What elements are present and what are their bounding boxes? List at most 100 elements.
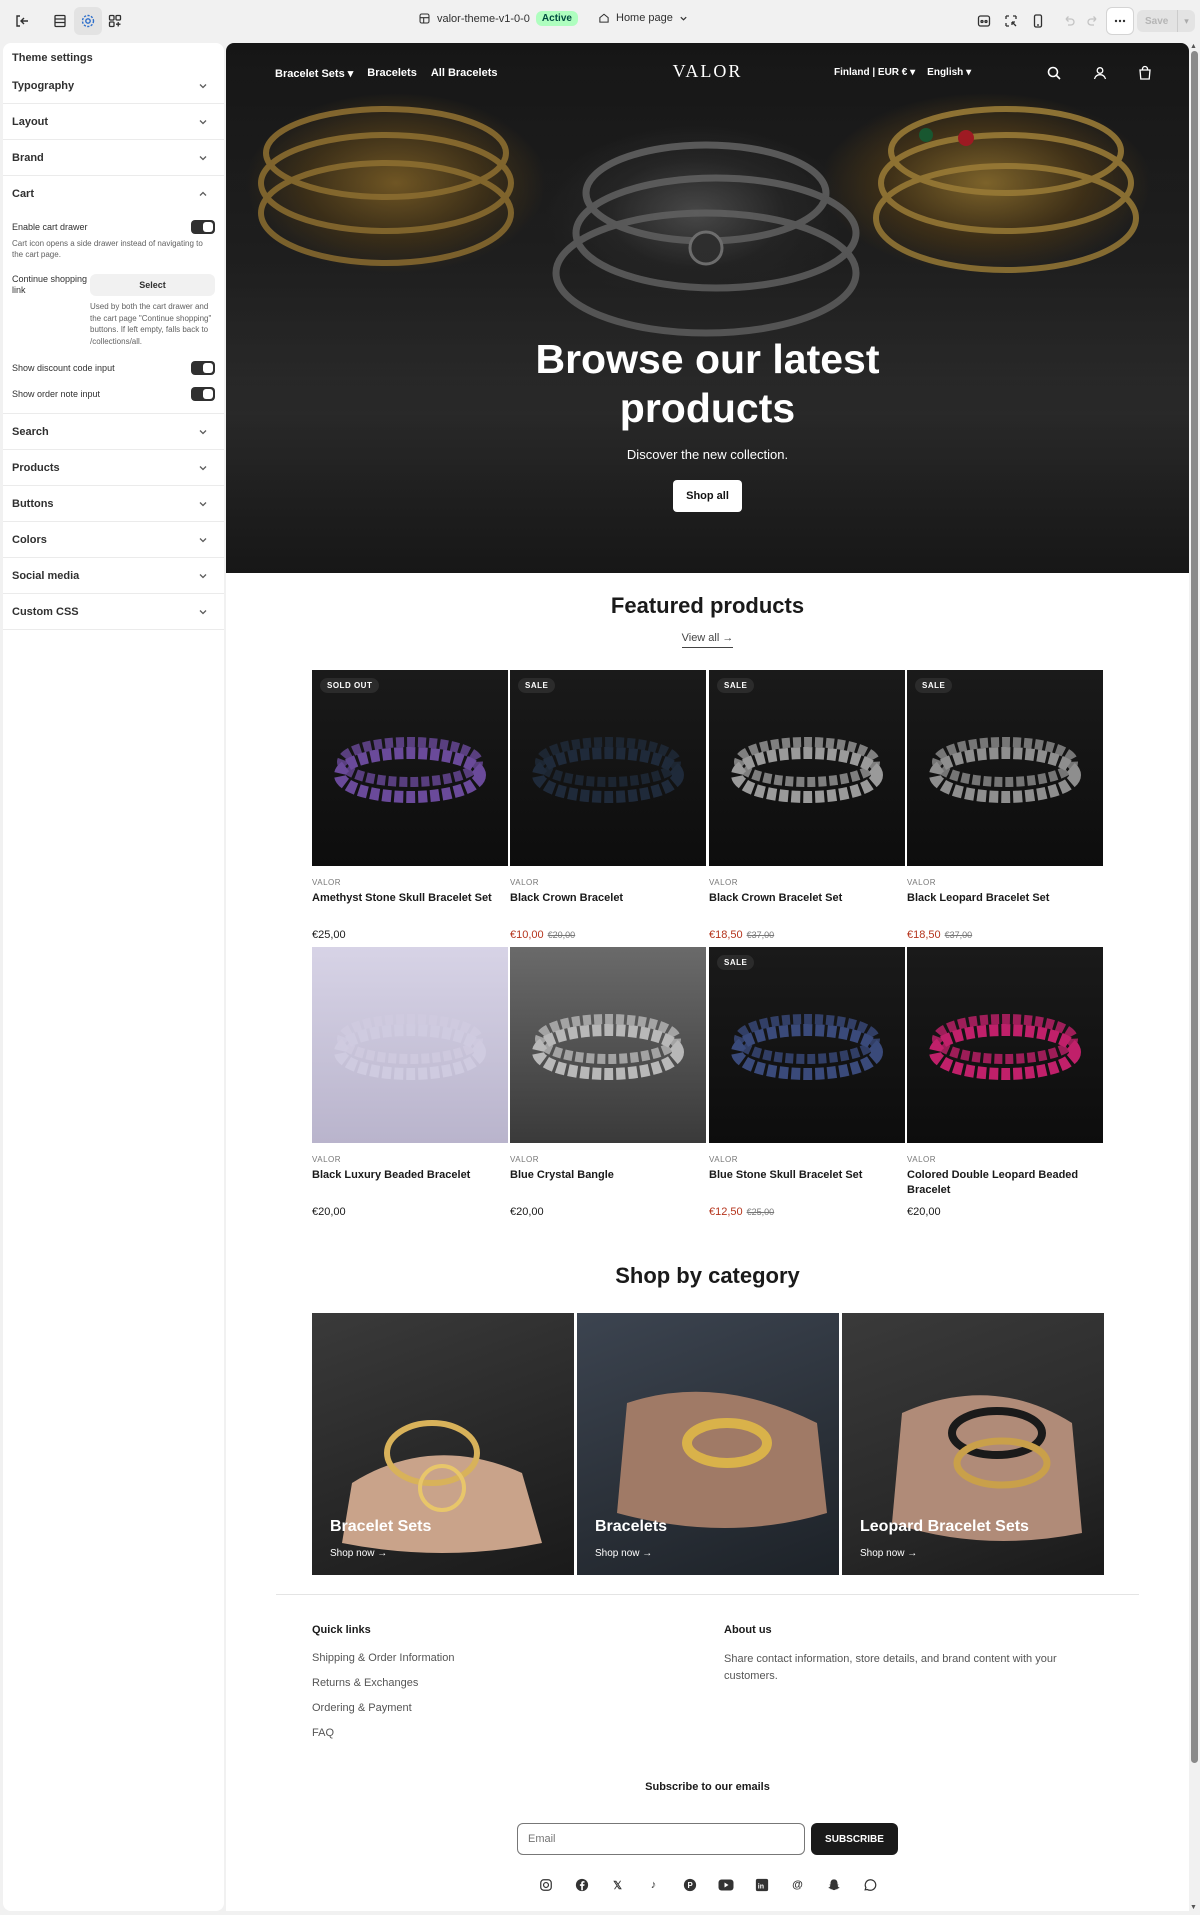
save-button[interactable]: Save ▾ — [1137, 10, 1195, 32]
section-cart[interactable]: Cart — [3, 176, 224, 212]
theme-settings-sidebar: Theme settings Typography Layout Brand C… — [3, 43, 224, 1911]
inspector-icon[interactable] — [970, 7, 998, 35]
product-name[interactable]: Black Crown Bracelet Set — [709, 891, 905, 921]
product-image[interactable] — [907, 947, 1103, 1143]
scroll-up-arrow-icon[interactable]: ▲ — [1190, 43, 1197, 50]
scroll-down-arrow-icon[interactable]: ▼ — [1190, 1904, 1197, 1911]
page-selector[interactable]: Home page — [598, 12, 688, 24]
section-products[interactable]: Products — [3, 450, 224, 486]
instagram-icon[interactable] — [538, 1877, 554, 1893]
product-image[interactable] — [510, 947, 706, 1143]
product-price: €18,50 €37,00 — [709, 929, 905, 941]
footer-link[interactable]: Shipping & Order Information — [312, 1652, 454, 1664]
facebook-icon[interactable] — [574, 1877, 590, 1893]
svg-text:in: in — [757, 1884, 763, 1891]
section-label: Brand — [12, 151, 44, 164]
select-element-icon[interactable] — [997, 7, 1025, 35]
product-name[interactable]: Amethyst Stone Skull Bracelet Set — [312, 891, 508, 921]
linkedin-icon[interactable]: in — [754, 1877, 770, 1893]
subscribe-title: Subscribe to our emails — [645, 1781, 770, 1793]
section-label: Buttons — [12, 497, 54, 510]
product-badge: SALE — [717, 955, 755, 970]
scrollbar-thumb[interactable] — [1191, 51, 1198, 1763]
section-search[interactable]: Search — [3, 414, 224, 450]
product-image[interactable]: SALE — [709, 947, 905, 1143]
threads-icon[interactable]: @ — [790, 1877, 806, 1893]
pinterest-icon[interactable]: P — [682, 1877, 698, 1893]
apps-icon[interactable] — [101, 7, 129, 35]
product-card[interactable]: SALE VALOR Black Crown Bracelet Set €18,50 €… — [709, 670, 905, 941]
footer-link[interactable]: Returns & Exchanges — [312, 1677, 418, 1689]
product-card[interactable]: SALE VALOR Black Crown Bracelet €10,00 €20,0… — [510, 670, 706, 941]
mobile-preview-icon[interactable] — [1024, 7, 1052, 35]
theme-name-group[interactable]: valor-theme-v1-0-0 Active — [418, 11, 578, 26]
product-card[interactable]: VALOR Blue Crystal Bangle €20,00 — [510, 947, 706, 1218]
section-typography[interactable]: Typography — [3, 68, 224, 104]
product-image[interactable] — [312, 947, 508, 1143]
snapchat-icon[interactable] — [826, 1877, 842, 1893]
product-image[interactable]: SALE — [510, 670, 706, 866]
show-order-note-toggle[interactable] — [191, 387, 215, 401]
product-photo — [334, 737, 486, 803]
product-name[interactable]: Black Luxury Beaded Bracelet — [312, 1168, 508, 1198]
product-name[interactable]: Black Leopard Bracelet Set — [907, 891, 1103, 921]
product-photo — [929, 737, 1081, 803]
product-photo — [731, 1014, 883, 1080]
redo-icon[interactable] — [1079, 7, 1107, 35]
category-shop-now[interactable]: Shop now → — [330, 1548, 387, 1559]
search-icon[interactable] — [1046, 65, 1062, 81]
chevron-down-icon — [199, 573, 207, 578]
product-card[interactable]: SALE VALOR Black Leopard Bracelet Set €18,5… — [907, 670, 1103, 941]
sections-icon[interactable] — [46, 7, 74, 35]
chevron-down-icon — [680, 16, 687, 21]
footer-link[interactable]: Ordering & Payment — [312, 1702, 412, 1714]
language-selector[interactable]: English ▾ — [927, 67, 971, 78]
section-brand[interactable]: Brand — [3, 140, 224, 176]
category-card-bracelet-sets[interactable]: Bracelet Sets Shop now → — [312, 1313, 574, 1575]
section-colors[interactable]: Colors — [3, 522, 224, 558]
enable-cart-drawer-toggle[interactable] — [191, 220, 215, 234]
preview-scrollbar[interactable]: ▲ ▼ — [1189, 43, 1200, 1911]
section-layout[interactable]: Layout — [3, 104, 224, 140]
product-image[interactable]: SOLD OUT — [312, 670, 508, 866]
category-shop-now[interactable]: Shop now → — [860, 1548, 917, 1559]
youtube-icon[interactable] — [718, 1877, 734, 1893]
product-name[interactable]: Colored Double Leopard Beaded Bracelet — [907, 1168, 1103, 1198]
show-discount-toggle[interactable] — [191, 361, 215, 375]
product-price: €10,00 €20,00 — [510, 929, 706, 941]
product-name[interactable]: Black Crown Bracelet — [510, 891, 706, 921]
country-selector[interactable]: Finland | EUR € ▾ — [834, 67, 915, 78]
x-icon[interactable]: 𝕏 — [610, 1877, 626, 1893]
product-name[interactable]: Blue Stone Skull Bracelet Set — [709, 1168, 905, 1198]
tiktok-icon[interactable]: ♪ — [646, 1877, 662, 1893]
hero-subtitle: Discover the new collection. — [626, 447, 789, 462]
product-name[interactable]: Blue Crystal Bangle — [510, 1168, 706, 1198]
product-card[interactable]: SOLD OUT VALOR Amethyst Stone Skull Bracel… — [312, 670, 508, 941]
whatsapp-icon[interactable] — [862, 1877, 878, 1893]
theme-status-badge: Active — [535, 11, 578, 26]
product-card[interactable]: VALOR Colored Double Leopard Beaded Brace… — [907, 947, 1103, 1218]
product-card[interactable]: SALE VALOR Blue Stone Skull Bracelet Set €1… — [709, 947, 905, 1218]
subscribe-button[interactable]: SUBSCRIBE — [811, 1823, 898, 1855]
theme-settings-icon[interactable] — [74, 7, 102, 35]
category-card-bracelets[interactable]: Bracelets Shop now → — [577, 1313, 839, 1575]
store-logo[interactable]: VALOR — [226, 61, 1189, 82]
cart-icon[interactable] — [1137, 65, 1153, 81]
section-social-media[interactable]: Social media — [3, 558, 224, 594]
chevron-down-icon[interactable]: ▾ — [1177, 10, 1195, 32]
account-icon[interactable] — [1092, 65, 1108, 81]
section-custom-css[interactable]: Custom CSS — [3, 594, 224, 630]
section-buttons[interactable]: Buttons — [3, 486, 224, 522]
more-actions-icon[interactable] — [1106, 7, 1134, 35]
product-image[interactable]: SALE — [907, 670, 1103, 866]
email-input[interactable] — [517, 1823, 805, 1855]
product-image[interactable]: SALE — [709, 670, 905, 866]
exit-icon[interactable] — [8, 7, 36, 35]
shop-all-button[interactable]: Shop all — [673, 480, 742, 512]
footer-link[interactable]: FAQ — [312, 1727, 334, 1739]
select-link-button[interactable]: Select — [90, 274, 215, 296]
category-shop-now[interactable]: Shop now → — [595, 1548, 652, 1559]
category-card-leopard-bracelet-sets[interactable]: Leopard Bracelet Sets Shop now → — [842, 1313, 1104, 1575]
view-all-label[interactable]: View all → — [681, 632, 734, 648]
product-card[interactable]: VALOR Black Luxury Beaded Bracelet €20,00 — [312, 947, 508, 1218]
